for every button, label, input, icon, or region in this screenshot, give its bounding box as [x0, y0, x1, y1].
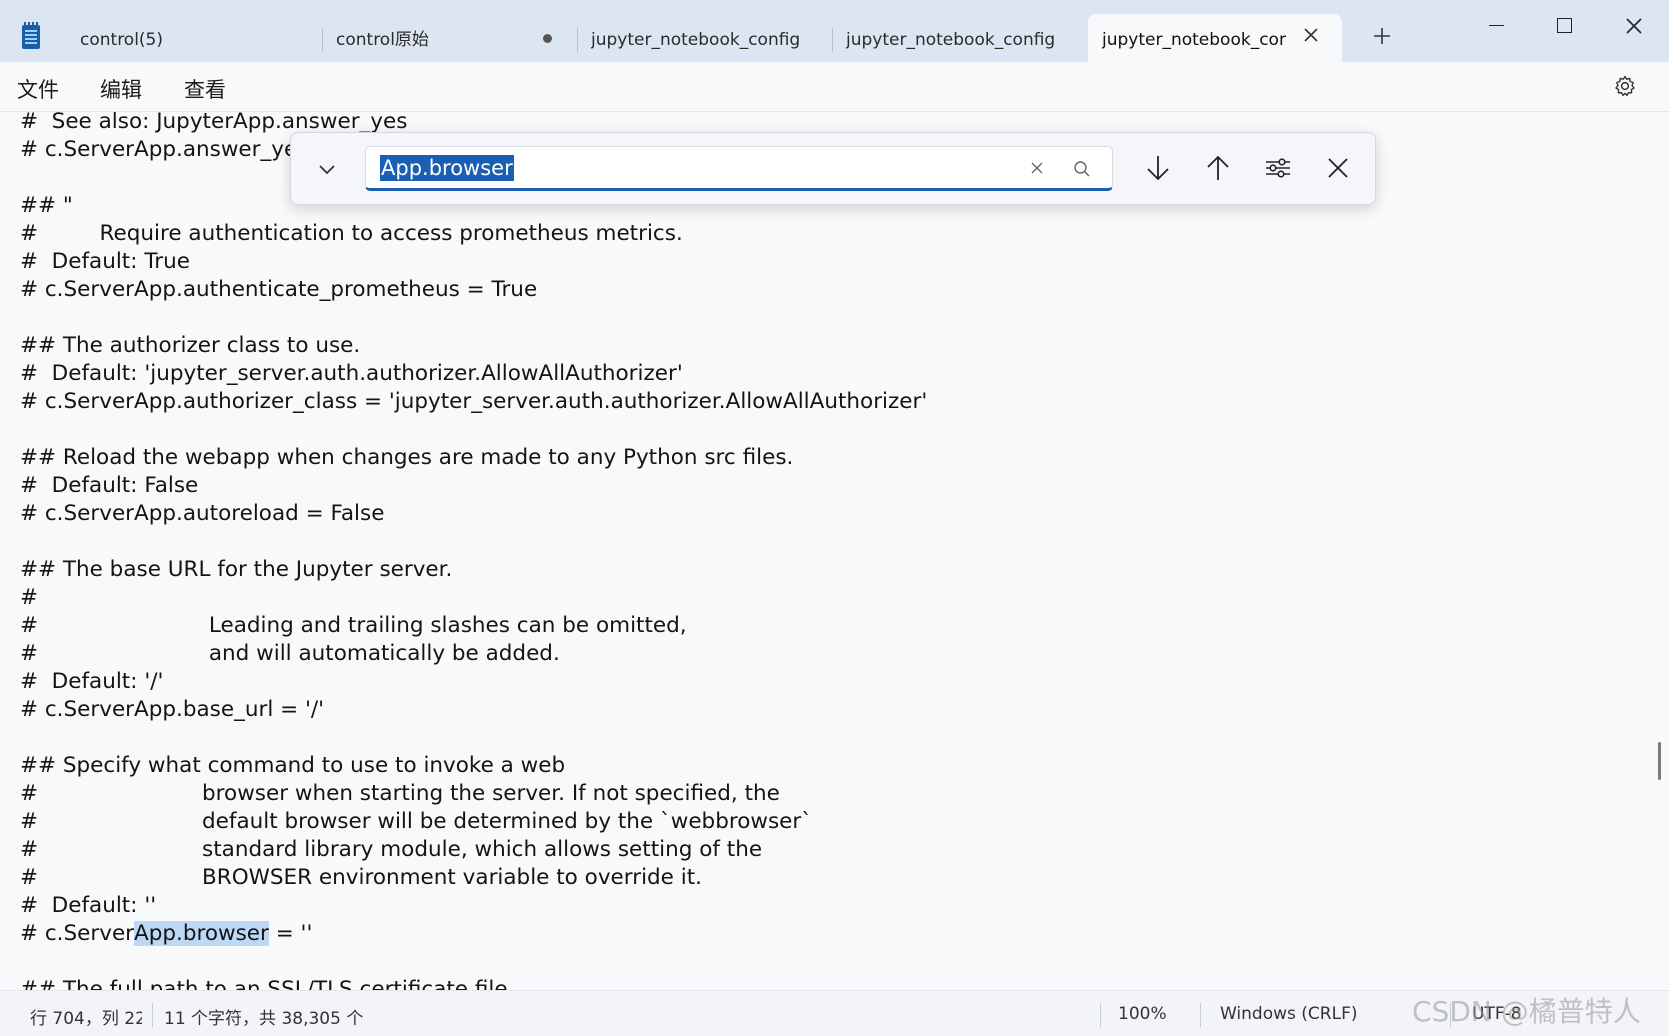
tab-jupyter-config-2[interactable]: jupyter_notebook_config — [846, 14, 1076, 62]
tab-control5[interactable]: control(5) — [80, 14, 300, 62]
tab-jupyter-config-1[interactable]: jupyter_notebook_config — [591, 14, 821, 62]
close-icon — [1328, 158, 1348, 178]
minimize-icon — [1488, 24, 1504, 27]
editor-line[interactable]: # default browser will be determined by … — [20, 808, 927, 836]
tab-separator — [322, 28, 323, 52]
zoom-level[interactable]: 100% — [1118, 1004, 1167, 1024]
find-bar: App.browser — [290, 132, 1376, 205]
selection-count: 11 个字符，共 38,305 个 — [164, 1009, 364, 1029]
editor-line[interactable]: # c.ServerApp.authorizer_class = 'jupyte… — [20, 388, 927, 416]
editor-line[interactable]: # c.ServerApp.autoreload = False — [20, 500, 927, 528]
cursor-position[interactable]: 行 704，列 22 — [30, 1004, 142, 1029]
status-separator — [1200, 1003, 1201, 1027]
editor-line[interactable]: ## The base URL for the Jupyter server. — [20, 556, 927, 584]
notepad-icon — [22, 22, 40, 49]
editor-line[interactable]: # — [20, 584, 927, 612]
editor-line[interactable]: ## Reload the webapp when changes are ma… — [20, 444, 927, 472]
find-next-button[interactable] — [1141, 151, 1175, 185]
close-find-button[interactable] — [1321, 151, 1355, 185]
editor-line[interactable]: # and will automatically be added. — [20, 640, 927, 668]
new-tab-button[interactable] — [1370, 26, 1394, 50]
editor-line[interactable] — [20, 304, 927, 332]
editor-line[interactable]: ## The full path to an SSL/TLS certifica… — [20, 976, 927, 990]
editor-line[interactable]: # BROWSER environment variable to overri… — [20, 864, 927, 892]
editor-line[interactable]: # standard library module, which allows … — [20, 836, 927, 864]
status-separator — [1100, 1003, 1101, 1027]
watermark: CSDN @橘普特人 — [1412, 995, 1641, 1028]
editor-line[interactable] — [20, 528, 927, 556]
editor-line[interactable]: ## Specify what command to use to invoke… — [20, 752, 927, 780]
tab-label: jupyter_notebook_config — [846, 30, 1056, 50]
find-options-button[interactable] — [1261, 151, 1295, 185]
editor-line[interactable]: # Default: 'jupyter_server.auth.authoriz… — [20, 360, 927, 388]
editor-line[interactable]: ## The authorizer class to use. — [20, 332, 927, 360]
vertical-scrollbar-thumb[interactable] — [1658, 742, 1661, 780]
clear-icon[interactable] — [1028, 159, 1046, 177]
editor-line[interactable]: # Default: True — [20, 248, 927, 276]
editor-line[interactable]: # Leading and trailing slashes can be om… — [20, 612, 927, 640]
editor-content[interactable]: # See also: JupyterApp.answer_yes # c.Ser… — [20, 112, 927, 990]
menu-bar: 文件 编辑 查看 — [0, 62, 1669, 112]
tab-label: control原始 — [336, 30, 429, 50]
editor-line[interactable] — [20, 724, 927, 752]
find-query-text: App.browser — [380, 155, 514, 181]
line-ending[interactable]: Windows (CRLF) — [1220, 1004, 1358, 1024]
editor-line[interactable]: # c.ServerApp.authenticate_prometheus = … — [20, 276, 927, 304]
find-input[interactable]: App.browser — [365, 146, 1113, 191]
editor-line[interactable]: # c.ServerApp.base_url = '/' — [20, 696, 927, 724]
status-separator — [152, 1003, 153, 1027]
chevron-down-icon[interactable] — [313, 155, 341, 183]
maximize-button[interactable] — [1544, 8, 1584, 40]
find-previous-button[interactable] — [1201, 151, 1235, 185]
close-icon — [1626, 17, 1642, 34]
options-icon — [1266, 158, 1290, 178]
editor-line[interactable]: # c.ServerApp.browser = '' — [20, 920, 927, 948]
editor-line[interactable]: # browser when starting the server. If n… — [20, 780, 927, 808]
menu-file[interactable]: 文件 — [17, 74, 59, 104]
close-window-button[interactable] — [1614, 8, 1654, 40]
editor-line[interactable] — [20, 948, 927, 976]
settings-gear-icon[interactable] — [1613, 74, 1637, 98]
search-icon[interactable] — [1072, 159, 1092, 179]
editor-line[interactable] — [20, 416, 927, 444]
tab-control-original[interactable]: control原始 — [336, 14, 536, 62]
menu-edit[interactable]: 编辑 — [100, 74, 142, 104]
minimize-button[interactable] — [1476, 8, 1516, 40]
title-bar: control(5) control原始 jupyter_notebook_co… — [0, 0, 1669, 62]
tab-close-icon[interactable] — [1300, 26, 1322, 48]
arrow-up-icon — [1207, 155, 1229, 180]
tab-separator — [577, 28, 578, 52]
text-editor[interactable]: # See also: JupyterApp.answer_yes # c.Ser… — [0, 112, 1669, 990]
menu-view[interactable]: 查看 — [184, 74, 226, 104]
unsaved-dot-icon — [543, 34, 552, 43]
editor-line[interactable]: # Default: '/' — [20, 668, 927, 696]
tab-label: jupyter_notebook_cor — [1102, 30, 1286, 50]
arrow-down-icon — [1147, 156, 1169, 181]
editor-line[interactable]: # Default: False — [20, 472, 927, 500]
tab-label: control(5) — [80, 30, 164, 50]
line-text: = '' — [268, 921, 313, 946]
tab-separator — [832, 28, 833, 52]
editor-line[interactable]: # Default: '' — [20, 892, 927, 920]
editor-line[interactable]: # Require authentication to access prome… — [20, 220, 927, 248]
search-match-highlight: App.browser — [134, 921, 269, 946]
tab-label: jupyter_notebook_config — [591, 30, 801, 50]
maximize-icon — [1556, 18, 1572, 33]
line-text: # c.Server — [20, 921, 135, 946]
